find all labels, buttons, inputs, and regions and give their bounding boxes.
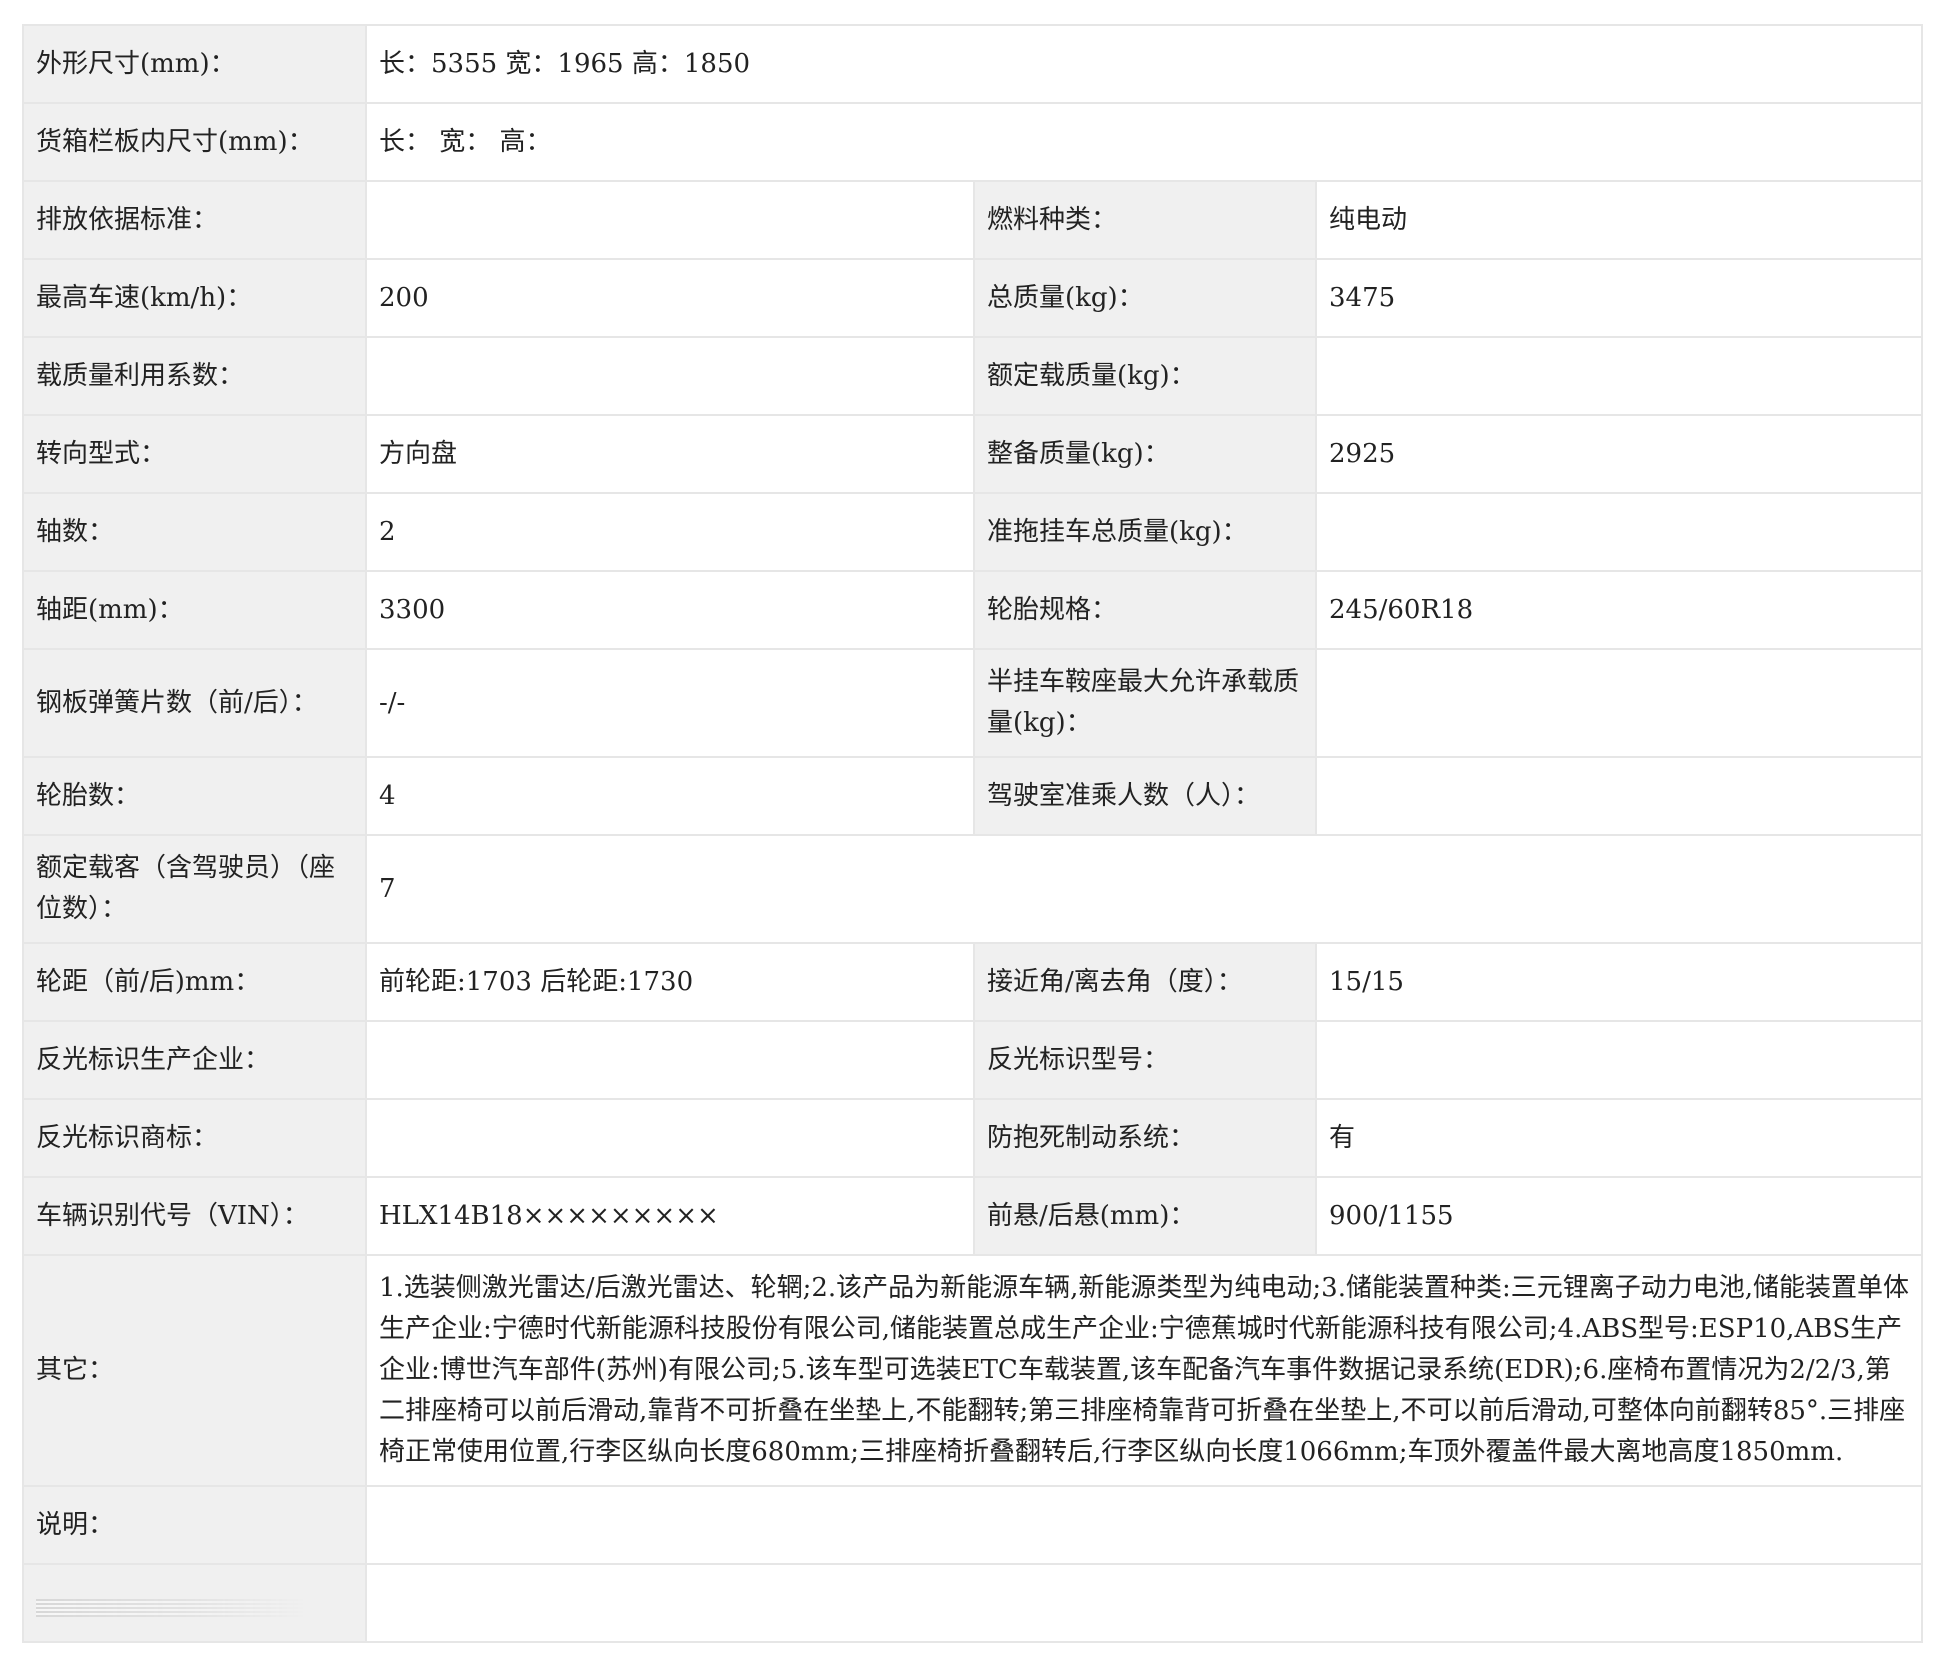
row-label: 轮胎数： [22,756,367,836]
row-label: 载质量利用系数： [22,336,367,416]
row-value [365,1098,975,1178]
spec-row-vin-overhang: 车辆识别代号（VIN）： HLX14B18××××××××× 前悬/后悬(mm)… [22,1176,1924,1256]
row-value [364,1485,1924,1565]
row-value-secondary [1314,648,1924,758]
spec-row-wheelbase-tire: 轴距(mm)： 3300 轮胎规格： 245/60R18 [22,570,1924,650]
row-label-secondary: 燃料种类： [973,180,1317,260]
row-label-secondary: 驾驶室准乘人数（人）： [973,756,1317,836]
row-label-secondary: 准拖挂车总质量(kg)： [973,492,1317,572]
row-value-secondary: 15/15 [1314,942,1924,1022]
row-value: 1.选装侧激光雷达/后激光雷达、轮辋;2.该产品为新能源车辆,新能源类型为纯电动… [364,1254,1924,1487]
row-label: 排放依据标准： [22,180,367,260]
row-value-secondary: 245/60R18 [1314,570,1924,650]
row-value-secondary [1314,492,1924,572]
row-value [365,336,975,416]
row-label: 转向型式： [22,414,367,494]
vehicle-spec-table: 外形尺寸(mm)： 长：5355 宽：1965 高：1850 货箱栏板内尺寸(m… [22,24,1924,1643]
spec-row-tires-cab: 轮胎数： 4 驾驶室准乘人数（人）： [22,756,1924,836]
spec-row-speed-mass: 最高车速(km/h)： 200 总质量(kg)： 3475 [22,258,1924,338]
row-value: 前轮距:1703 后轮距:1730 [365,942,975,1022]
row-value-empty [364,1563,1924,1643]
spec-row-notes: 说明： [22,1485,1924,1565]
spec-row-dimensions: 外形尺寸(mm)： 长：5355 宽：1965 高：1850 [22,24,1924,104]
row-label-secondary: 前悬/后悬(mm)： [973,1176,1317,1256]
row-label: 车辆识别代号（VIN）： [22,1176,367,1256]
row-value [365,1020,975,1100]
row-label-secondary: 整备质量(kg)： [973,414,1317,494]
row-label: 反光标识生产企业： [22,1020,367,1100]
row-value: 4 [365,756,975,836]
blurred-label-cell [22,1563,367,1643]
spec-row-track-angles: 轮距（前/后)mm： 前轮距:1703 后轮距:1730 接近角/离去角（度）：… [22,942,1924,1022]
row-value-secondary [1314,336,1924,416]
row-label-secondary: 额定载质量(kg)： [973,336,1317,416]
row-label: 最高车速(km/h)： [22,258,367,338]
row-value: HLX14B18××××××××× [365,1176,975,1256]
row-label-secondary: 总质量(kg)： [973,258,1317,338]
spec-row-emission-fuel: 排放依据标准： 燃料种类： 纯电动 [22,180,1924,260]
row-label: 外形尺寸(mm)： [22,24,367,104]
row-value-secondary [1314,1020,1924,1100]
spec-row-reflector-maker: 反光标识生产企业： 反光标识型号： [22,1020,1924,1100]
spec-row-reflector-brand-abs: 反光标识商标： 防抱死制动系统： 有 [22,1098,1924,1178]
row-label-secondary: 反光标识型号： [973,1020,1317,1100]
row-label: 钢板弹簧片数（前/后）： [22,648,367,758]
row-label: 货箱栏板内尺寸(mm)： [22,102,367,182]
spec-row-load-factor: 载质量利用系数： 额定载质量(kg)： [22,336,1924,416]
row-label: 额定载客（含驾驶员）（座位数）： [22,834,367,944]
row-value: -/- [365,648,975,758]
row-value-secondary: 纯电动 [1314,180,1924,260]
spec-row-seating: 额定载客（含驾驶员）（座位数）： 7 [22,834,1924,944]
row-label: 其它： [22,1254,367,1487]
row-label: 轴数： [22,492,367,572]
row-label-secondary: 轮胎规格： [973,570,1317,650]
row-label-secondary: 半挂车鞍座最大允许承载质量(kg)： [973,648,1317,758]
row-value-secondary: 900/1155 [1314,1176,1924,1256]
row-value-secondary: 3475 [1314,258,1924,338]
row-label-secondary: 防抱死制动系统： [973,1098,1317,1178]
row-value: 7 [364,834,1924,944]
row-value: 长： 宽： 高： [364,102,1924,182]
row-value: 3300 [365,570,975,650]
blurred-text-mark [36,1599,306,1617]
row-value-secondary: 2925 [1314,414,1924,494]
spec-row-blurred [22,1563,1924,1643]
row-value [365,180,975,260]
spec-row-springs-saddle: 钢板弹簧片数（前/后）： -/- 半挂车鞍座最大允许承载质量(kg)： [22,648,1924,758]
row-value: 方向盘 [365,414,975,494]
spec-row-steering-curb: 转向型式： 方向盘 整备质量(kg)： 2925 [22,414,1924,494]
row-value: 200 [365,258,975,338]
row-label: 说明： [22,1485,367,1565]
row-label-secondary: 接近角/离去角（度）： [973,942,1317,1022]
row-value-secondary [1314,756,1924,836]
row-label: 轴距(mm)： [22,570,367,650]
row-value: 2 [365,492,975,572]
row-label: 轮距（前/后)mm： [22,942,367,1022]
spec-row-axles-trailer: 轴数： 2 准拖挂车总质量(kg)： [22,492,1924,572]
row-label: 反光标识商标： [22,1098,367,1178]
spec-row-other: 其它： 1.选装侧激光雷达/后激光雷达、轮辋;2.该产品为新能源车辆,新能源类型… [22,1254,1924,1487]
row-value: 长：5355 宽：1965 高：1850 [364,24,1924,104]
spec-row-cargo-box-dimensions: 货箱栏板内尺寸(mm)： 长： 宽： 高： [22,102,1924,182]
row-value-secondary: 有 [1314,1098,1924,1178]
